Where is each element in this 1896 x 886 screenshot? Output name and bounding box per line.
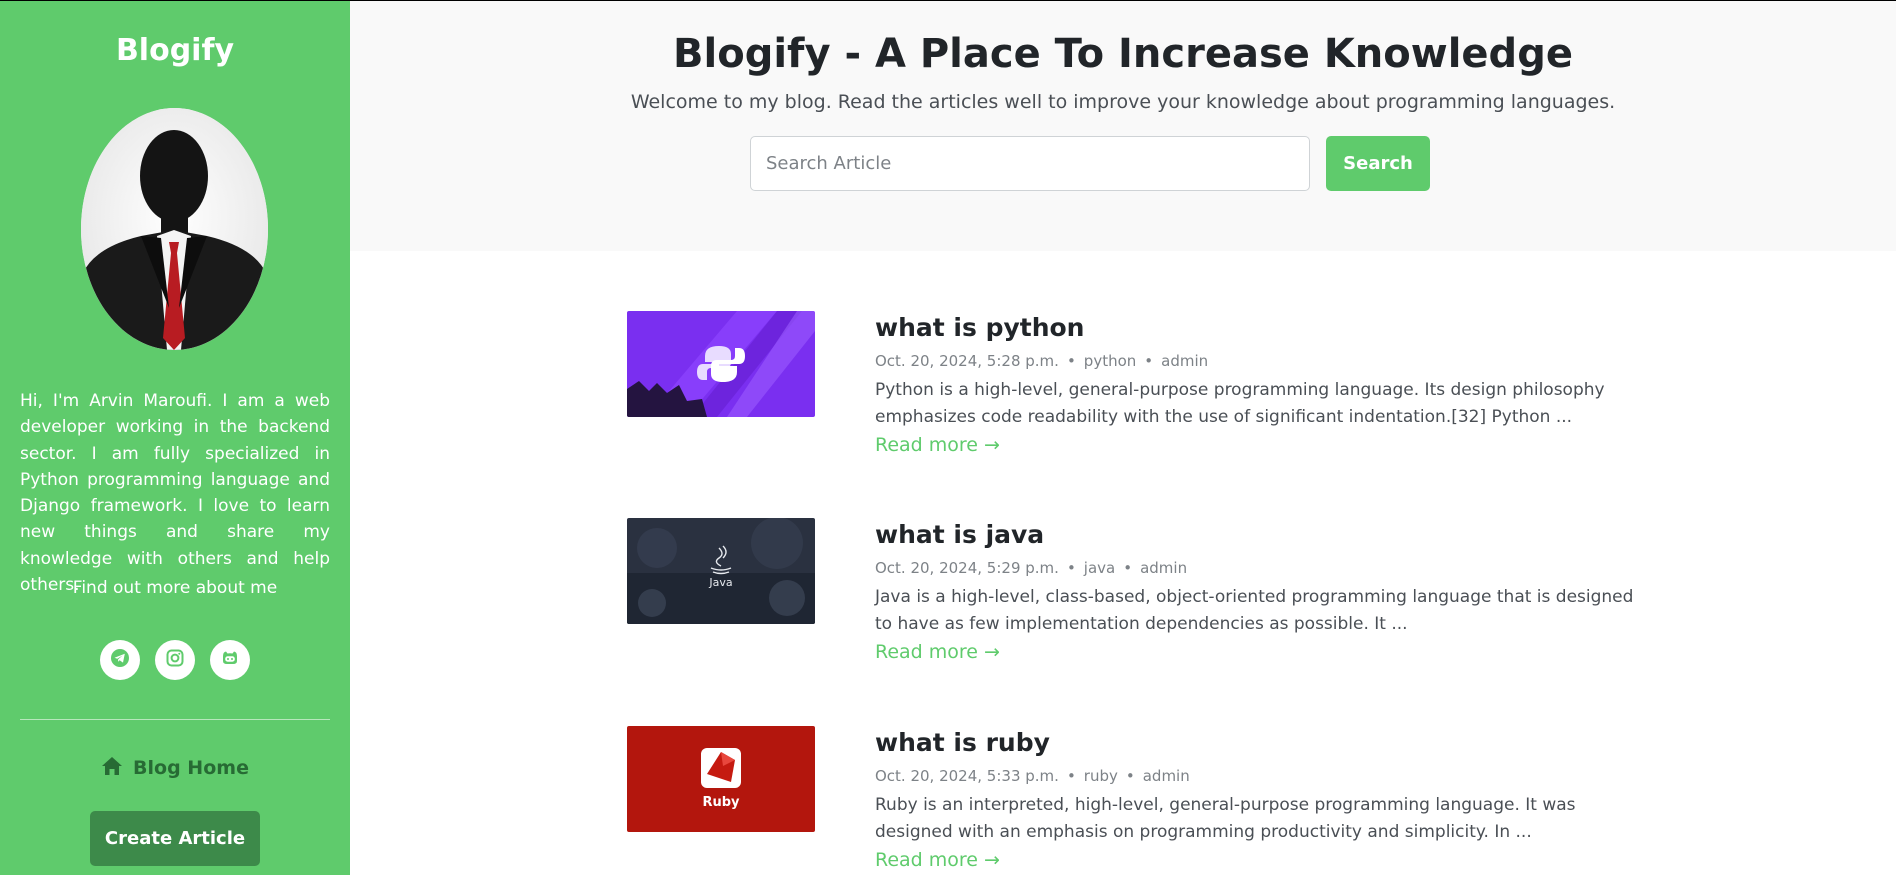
post-category[interactable]: python	[1084, 352, 1136, 370]
github-icon	[220, 648, 240, 672]
search-input[interactable]	[750, 136, 1310, 191]
post-date: Oct. 20, 2024, 5:28 p.m.	[875, 352, 1059, 370]
post-category[interactable]: java	[1084, 559, 1115, 577]
post-date: Oct. 20, 2024, 5:33 p.m.	[875, 767, 1059, 785]
page-subtitle: Welcome to my blog. Read the articles we…	[630, 91, 1616, 113]
post-card: Java what is java Oct. 20, 2024, 5:29 p.…	[627, 518, 1633, 678]
post-card: Ruby what is ruby Oct. 20, 2024, 5:33 p.…	[627, 726, 1627, 886]
sidebar-divider	[20, 719, 330, 720]
post-date: Oct. 20, 2024, 5:29 p.m.	[875, 559, 1059, 577]
post-meta: Oct. 20, 2024, 5:33 p.m. • ruby • admin	[875, 767, 1190, 785]
ruby-thumb-label: Ruby	[702, 795, 740, 810]
post-excerpt: Java is a high-level, class-based, objec…	[875, 587, 1634, 634]
page-title: Blogify - A Place To Increase Knowledge	[673, 31, 1573, 77]
ruby-logo-icon	[701, 748, 741, 788]
telegram-icon	[110, 648, 130, 672]
read-more-link[interactable]: Read more →	[875, 847, 1000, 873]
post-author: admin	[1140, 559, 1188, 577]
about-me-link[interactable]: Find out more about me	[0, 576, 350, 600]
post-thumbnail[interactable]: Ruby	[627, 726, 815, 832]
telegram-link[interactable]	[100, 640, 140, 680]
java-thumb-label: Java	[708, 576, 732, 589]
post-excerpt: Ruby is an interpreted, high-level, gene…	[875, 795, 1576, 842]
create-article-button[interactable]: Create Article	[90, 811, 260, 866]
post-author: admin	[1161, 352, 1209, 370]
post-thumbnail[interactable]	[627, 311, 815, 417]
instagram-icon	[165, 648, 185, 672]
page-header: Blogify - A Place To Increase Knowledge …	[350, 1, 1896, 251]
post-title[interactable]: what is ruby	[875, 726, 1050, 760]
post-meta: Oct. 20, 2024, 5:29 p.m. • java • admin	[875, 559, 1188, 577]
blog-home-label: Blog Home	[133, 757, 249, 779]
author-bio: Hi, I'm Arvin Maroufi. I am a web develo…	[20, 391, 330, 596]
search-button[interactable]: Search	[1326, 136, 1430, 191]
post-card: what is python Oct. 20, 2024, 5:28 p.m. •…	[627, 311, 1627, 471]
post-title[interactable]: what is python	[875, 311, 1085, 345]
social-links	[100, 640, 250, 682]
post-title[interactable]: what is java	[875, 518, 1044, 552]
blog-home-link[interactable]: Blog Home	[0, 753, 350, 783]
post-excerpt: Python is a high-level, general-purpose …	[875, 380, 1605, 427]
post-author: admin	[1142, 767, 1190, 785]
sidebar: Blogify Hi, I'm Arvin Maroufi. I am a we…	[0, 1, 350, 875]
avatar	[81, 108, 268, 350]
home-icon	[101, 755, 123, 782]
brand-title[interactable]: Blogify	[0, 31, 350, 71]
instagram-link[interactable]	[155, 640, 195, 680]
github-link[interactable]	[210, 640, 250, 680]
post-thumbnail[interactable]: Java	[627, 518, 815, 624]
read-more-link[interactable]: Read more →	[875, 639, 1000, 665]
post-category[interactable]: ruby	[1084, 767, 1118, 785]
read-more-link[interactable]: Read more →	[875, 432, 1000, 458]
post-meta: Oct. 20, 2024, 5:28 p.m. • python • admin	[875, 352, 1209, 370]
